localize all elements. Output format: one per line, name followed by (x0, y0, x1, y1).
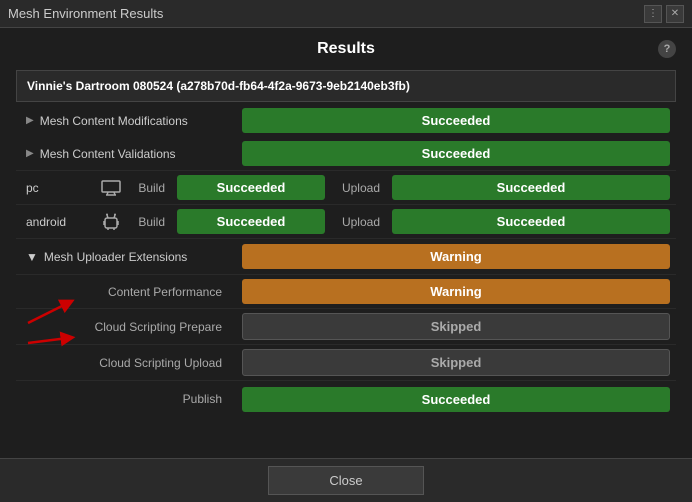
pc-build-status: Succeeded (177, 175, 325, 200)
asset-title: Vinnie's Dartroom 080524 (a278b70d-fb64-… (16, 70, 676, 102)
expand-arrow-validations[interactable]: ▶ (26, 148, 34, 159)
content-performance-row: Content Performance Warning (16, 275, 676, 309)
mesh-uploader-extensions-label: ▼ Mesh Uploader Extensions (16, 244, 236, 270)
cloud-scripting-prepare-row: Cloud Scripting Prepare Skipped (16, 309, 676, 345)
mesh-content-modifications-status: Succeeded (242, 108, 670, 133)
mesh-content-validations-status: Succeeded (242, 141, 670, 166)
mesh-content-modifications-label: ▶ Mesh Content Modifications (16, 108, 236, 134)
pc-icon (96, 180, 126, 196)
android-icon (96, 213, 126, 231)
android-row: android Build Succeeded Upload Succeeded (16, 205, 676, 239)
title-bar-left: Mesh Environment Results (8, 6, 163, 21)
mesh-content-modifications-row: ▶ Mesh Content Modifications Succeeded (16, 104, 676, 137)
publish-status-cell: Succeeded (236, 383, 676, 416)
mesh-uploader-extensions-status: Warning (242, 244, 670, 269)
android-upload-status: Succeeded (392, 209, 670, 234)
cloud-scripting-prepare-status: Skipped (242, 313, 670, 340)
cloud-scripting-upload-row: Cloud Scripting Upload Skipped (16, 345, 676, 381)
window-body: Results ? Vinnie's Dartroom 080524 (a278… (0, 28, 692, 458)
android-label: android (16, 209, 96, 235)
cloud-scripting-upload-status-cell: Skipped (236, 345, 676, 380)
title-bar: Mesh Environment Results ⋮ ✕ (0, 0, 692, 28)
results-title-row: Results ? (16, 40, 676, 58)
pc-upload-status-cell: Succeeded (386, 171, 676, 204)
expand-arrow-modifications[interactable]: ▶ (26, 115, 34, 126)
expand-arrow-uploader[interactable]: ▼ (26, 250, 38, 264)
pc-row: pc Build Succeeded Upload Succeeded (16, 171, 676, 205)
footer: Close (0, 458, 692, 502)
cloud-scripting-upload-label: Cloud Scripting Upload (16, 350, 236, 376)
cloud-scripting-upload-status: Skipped (242, 349, 670, 376)
results-title: Results (317, 40, 375, 57)
pc-upload-status: Succeeded (392, 175, 670, 200)
android-upload-status-cell: Succeeded (386, 205, 676, 238)
android-build-label: Build (126, 215, 171, 229)
android-build-status: Succeeded (177, 209, 325, 234)
mesh-content-validations-row: ▶ Mesh Content Validations Succeeded (16, 137, 676, 171)
android-build-status-cell: Succeeded (171, 205, 331, 238)
content-performance-status: Warning (242, 279, 670, 304)
title-bar-title: Mesh Environment Results (8, 6, 163, 21)
help-icon[interactable]: ? (658, 40, 676, 58)
publish-row: Publish Succeeded (16, 381, 676, 417)
pc-build-label: Build (126, 181, 171, 195)
pc-upload-label: Upload (331, 181, 386, 195)
close-window-button[interactable]: ✕ (666, 5, 684, 23)
content-performance-label: Content Performance (16, 279, 236, 305)
mesh-content-modifications-status-cell: Succeeded (236, 104, 676, 137)
cloud-scripting-prepare-label: Cloud Scripting Prepare (16, 314, 236, 340)
mesh-content-validations-status-cell: Succeeded (236, 137, 676, 170)
pc-build-status-cell: Succeeded (171, 171, 331, 204)
content-performance-status-cell: Warning (236, 275, 676, 308)
menu-button[interactable]: ⋮ (644, 5, 662, 23)
cloud-scripting-prepare-status-cell: Skipped (236, 309, 676, 344)
publish-label: Publish (16, 386, 236, 412)
android-upload-label: Upload (331, 215, 386, 229)
title-bar-controls: ⋮ ✕ (644, 5, 684, 23)
mesh-uploader-extensions-row: ▼ Mesh Uploader Extensions Warning (16, 239, 676, 275)
mesh-content-validations-label: ▶ Mesh Content Validations (16, 141, 236, 167)
publish-status: Succeeded (242, 387, 670, 412)
mesh-uploader-extensions-status-cell: Warning (236, 240, 676, 273)
pc-label: pc (16, 175, 96, 201)
close-button[interactable]: Close (268, 466, 423, 495)
